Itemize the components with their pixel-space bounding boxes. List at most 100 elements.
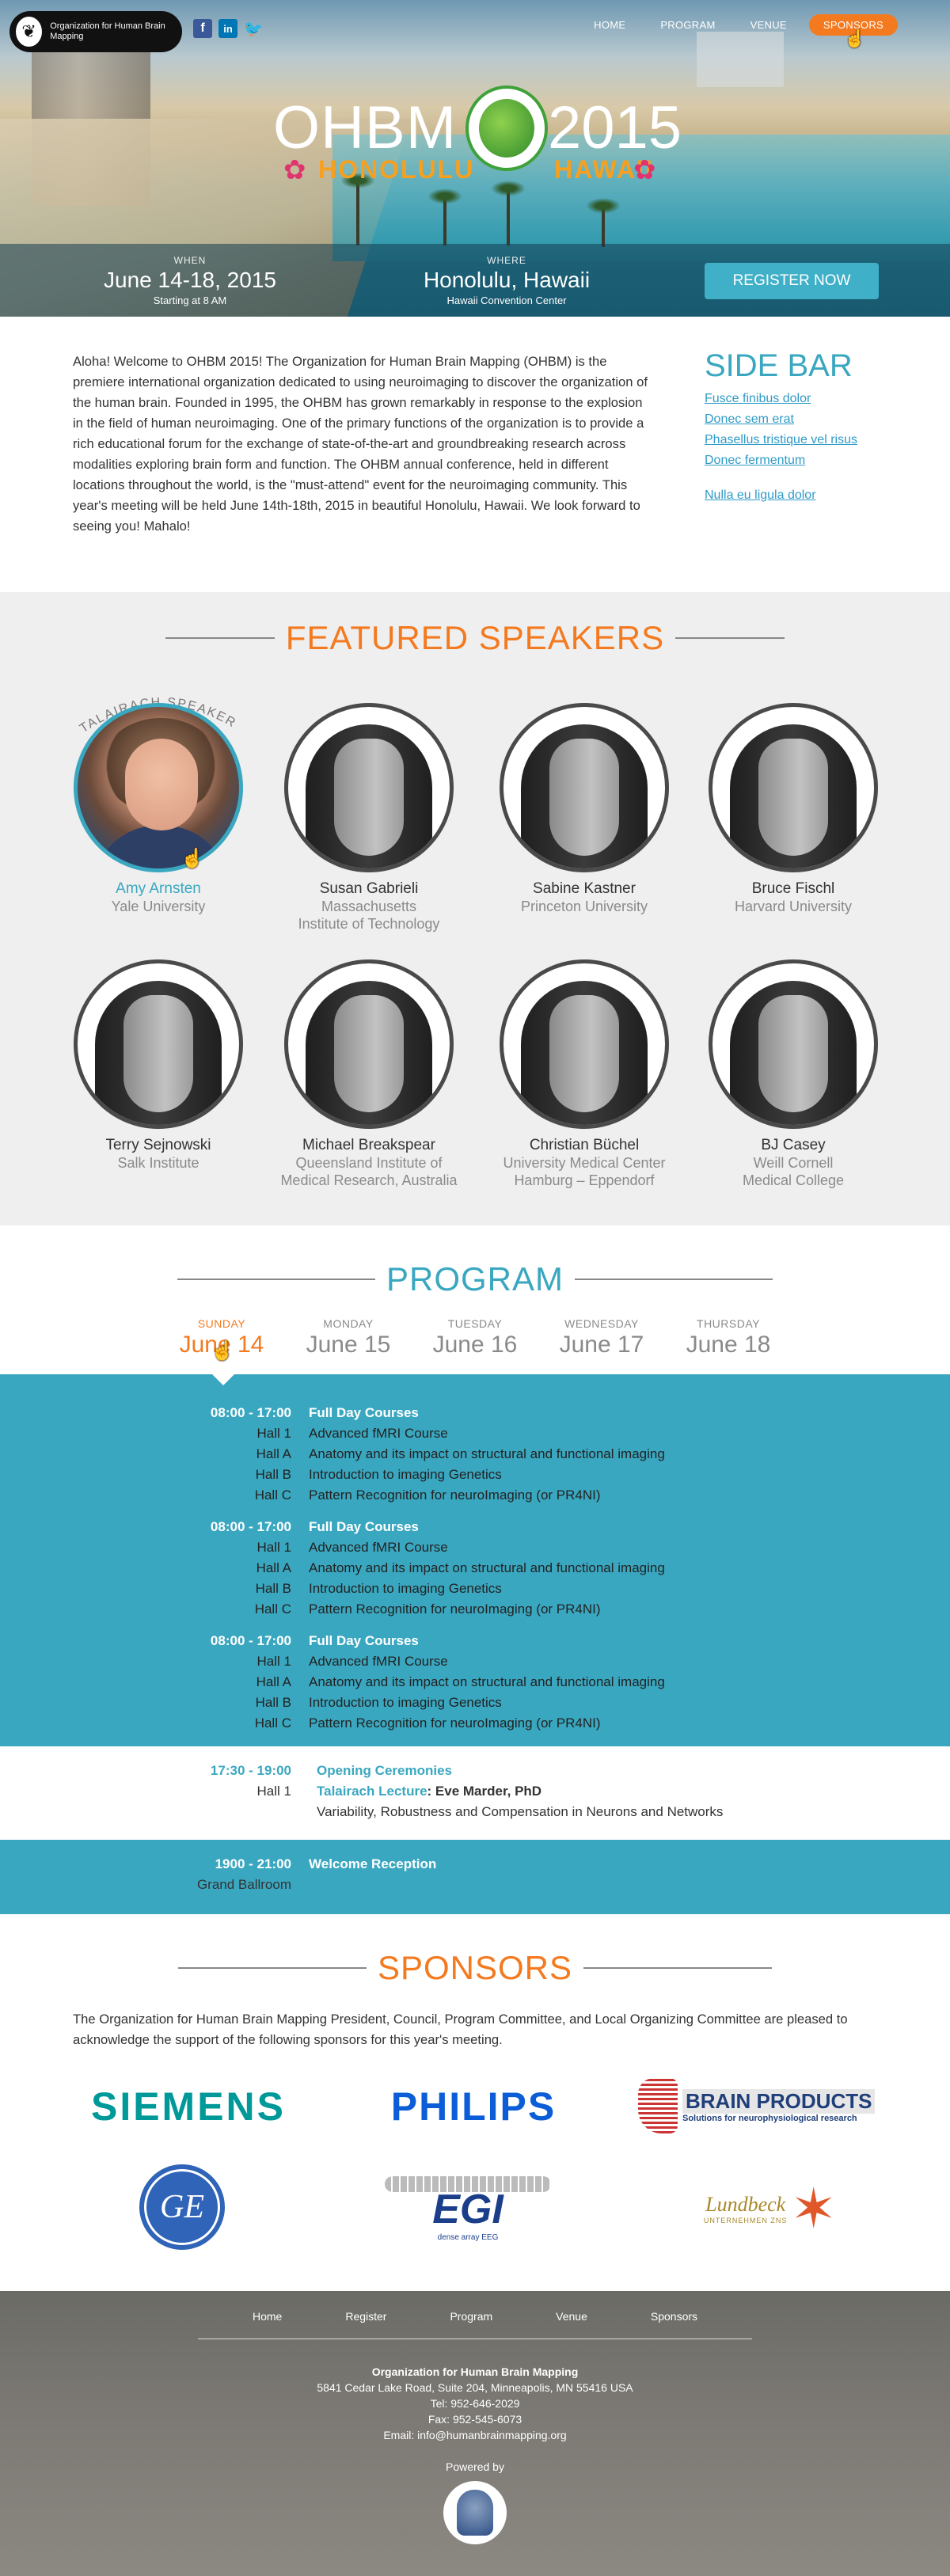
nav-program[interactable]: PROGRAM — [643, 14, 732, 36]
sidebar-link[interactable]: Nulla eu ligula dolor — [705, 485, 895, 506]
hand-cursor-icon: ☝ — [180, 848, 204, 869]
head-bust-icon — [457, 2490, 493, 2536]
footer-email[interactable]: Email: info@humanbrainmapping.org — [0, 2427, 950, 2443]
speaker-placeholder-avatar[interactable] — [500, 703, 669, 872]
speaker-name[interactable]: Christian Büchel — [481, 1137, 687, 1154]
schedule-time: 08:00 - 17:00 — [210, 1405, 291, 1420]
speaker-name[interactable]: Amy Arnsten — [55, 880, 261, 898]
hero-title-ohbm: OHBM — [273, 94, 457, 161]
program-day-tabs: SUNDAY June 14 MONDAY June 15 TUESDAY Ju… — [0, 1317, 950, 1381]
where-sub: Hawaii Convention Center — [446, 294, 567, 306]
speaker-affiliation: Massachusetts — [321, 899, 417, 914]
where-value: Honolulu, Hawaii — [423, 268, 591, 292]
speaker-card[interactable]: Christian Büchel University Medical Cent… — [481, 959, 687, 1189]
schedule-heading[interactable]: Full Day Courses — [309, 1403, 950, 1423]
schedule-session[interactable]: Advanced fMRI Course — [309, 1537, 950, 1558]
schedule-session[interactable]: Introduction to imaging Genetics — [309, 1465, 950, 1485]
schedule-hall: Hall 1 — [256, 1540, 291, 1555]
schedule-session[interactable]: Anatomy and its impact on structural and… — [309, 1558, 950, 1579]
when-block: WHEN June 14-18, 2015 Starting at 8 AM — [87, 255, 293, 306]
speaker-card[interactable]: BJ Casey Weill Cornell Medical College — [690, 959, 896, 1189]
when-sub: Starting at 8 AM — [153, 294, 227, 306]
day-date: June 17 — [559, 1332, 644, 1358]
schedule-hall: Hall A — [256, 1446, 291, 1461]
speaker-placeholder-avatar[interactable] — [284, 703, 454, 872]
speaker-card[interactable]: Sabine Kastner Princeton University — [481, 703, 687, 915]
schedule-heading[interactable]: Full Day Courses — [309, 1631, 950, 1651]
speaker-name[interactable]: Sabine Kastner — [481, 880, 687, 898]
egi-logo[interactable]: EGI dense array EEG — [377, 2169, 559, 2248]
schedule-block-opening: 17:30 - 19:00 Opening Ceremonies Hall 1 Ta… — [0, 1761, 950, 1822]
nav-venue[interactable]: VENUE — [733, 14, 804, 36]
active-day-pointer — [212, 1374, 234, 1385]
schedule-session[interactable]: Pattern Recognition for neuroImaging (or… — [309, 1485, 950, 1506]
footer-nav-home[interactable]: Home — [253, 2310, 282, 2323]
sidebar-link[interactable]: Donec sem erat — [705, 409, 895, 430]
day-date: June 16 — [432, 1332, 518, 1358]
sponsors-title: SPONSORS — [377, 1949, 573, 1986]
speaker-card[interactable]: Michael Breakspear Queensland Institute … — [266, 959, 472, 1189]
brain-products-text: BRAIN PRODUCTS — [682, 2088, 876, 2114]
footer-nav-register[interactable]: Register — [345, 2310, 386, 2323]
philips-logo[interactable]: PHILIPS — [372, 2079, 575, 2134]
powered-by-logo[interactable] — [443, 2481, 507, 2544]
tab-day-thursday[interactable]: THURSDAY June 18 — [665, 1317, 792, 1358]
footer-nav-sponsors[interactable]: Sponsors — [651, 2310, 697, 2323]
speaker-affiliation: Institute of Technology — [298, 916, 440, 932]
twitter-icon[interactable]: 🐦 — [244, 19, 264, 38]
speaker-placeholder-avatar[interactable] — [709, 959, 878, 1129]
ohbm-logo[interactable]: ❦ Organization for Human Brain Mapping — [10, 11, 182, 52]
speaker-placeholder-avatar[interactable] — [284, 959, 454, 1129]
speaker-card[interactable]: Terry Sejnowski Salk Institute — [55, 959, 261, 1172]
sidebar-link[interactable]: Fusce finibus dolor — [705, 389, 895, 409]
egi-logo-text: EGI — [432, 2186, 504, 2232]
schedule-session[interactable]: Introduction to imaging Genetics — [309, 1579, 950, 1599]
sidebar-link[interactable]: Phasellus tristique vel risus — [705, 430, 895, 450]
speaker-name[interactable]: BJ Casey — [690, 1137, 896, 1154]
speaker-placeholder-avatar[interactable] — [74, 959, 243, 1129]
linkedin-icon[interactable]: in — [218, 19, 238, 38]
schedule-session[interactable]: Anatomy and its impact on structural and… — [309, 1444, 950, 1465]
speaker-card[interactable]: Bruce Fischl Harvard University — [690, 703, 896, 915]
speaker-placeholder-avatar[interactable] — [500, 959, 669, 1129]
brain-products-logo[interactable]: BRAIN PRODUCTS Solutions for neurophysio… — [638, 2074, 896, 2137]
schedule-session[interactable]: Introduction to imaging Genetics — [309, 1693, 950, 1713]
speaker-affiliation: Salk Institute — [117, 1155, 200, 1171]
speaker-name[interactable]: Michael Breakspear — [266, 1137, 472, 1154]
schedule-session[interactable]: Advanced fMRI Course — [309, 1423, 950, 1444]
speaker-photo[interactable] — [74, 703, 243, 872]
starfish-icon: ✶ — [790, 2178, 838, 2240]
sidebar-title: SIDE BAR — [705, 348, 853, 383]
day-name: THURSDAY — [697, 1317, 760, 1330]
footer-nav-venue[interactable]: Venue — [556, 2310, 587, 2323]
schedule-session[interactable]: Pattern Recognition for neuroImaging (or… — [309, 1713, 950, 1734]
schedule-heading[interactable]: Welcome Reception — [309, 1854, 950, 1875]
facebook-icon[interactable]: f — [193, 19, 212, 38]
lundbeck-logo-text: Lundbeck — [705, 2193, 786, 2216]
sidebar-link[interactable]: Donec fermentum — [705, 450, 895, 471]
ge-logo[interactable]: GE — [139, 2164, 225, 2250]
tab-day-wednesday[interactable]: WEDNESDAY June 17 — [538, 1317, 665, 1358]
speaker-affiliation: University Medical Center — [503, 1155, 666, 1171]
footer-nav-program[interactable]: Program — [450, 2310, 492, 2323]
speaker-name[interactable]: Terry Sejnowski — [55, 1137, 261, 1154]
siemens-logo[interactable]: SIEMENS — [76, 2079, 301, 2134]
schedule-session[interactable]: Anatomy and its impact on structural and… — [309, 1672, 950, 1693]
speaker-card[interactable]: Susan Gabrieli Massachusetts Institute o… — [266, 703, 472, 933]
register-now-button[interactable]: REGISTER NOW — [705, 263, 879, 299]
schedule-session[interactable]: Advanced fMRI Course — [309, 1651, 950, 1672]
speaker-card[interactable]: Amy Arnsten Yale University — [55, 703, 261, 915]
hibiscus-icon: ✿ — [283, 155, 306, 185]
schedule-heading[interactable]: Opening Ceremonies — [301, 1761, 950, 1781]
speaker-name[interactable]: Susan Gabrieli — [266, 880, 472, 898]
speaker-placeholder-avatar[interactable] — [709, 703, 878, 872]
lundbeck-logo[interactable]: Lundbeck UNTERNEHMEN ZNS ✶ — [687, 2169, 853, 2248]
talairach-lecture-label[interactable]: Talairach Lecture — [317, 1784, 428, 1799]
nav-home[interactable]: HOME — [576, 14, 643, 36]
tab-day-tuesday[interactable]: TUESDAY June 16 — [412, 1317, 538, 1358]
brain-products-tagline: Solutions for neurophysiological researc… — [682, 2113, 857, 2123]
speaker-name[interactable]: Bruce Fischl — [690, 880, 896, 898]
schedule-heading[interactable]: Full Day Courses — [309, 1517, 950, 1537]
tab-day-monday[interactable]: MONDAY June 15 — [285, 1317, 412, 1358]
schedule-session[interactable]: Pattern Recognition for neuroImaging (or… — [309, 1599, 950, 1620]
